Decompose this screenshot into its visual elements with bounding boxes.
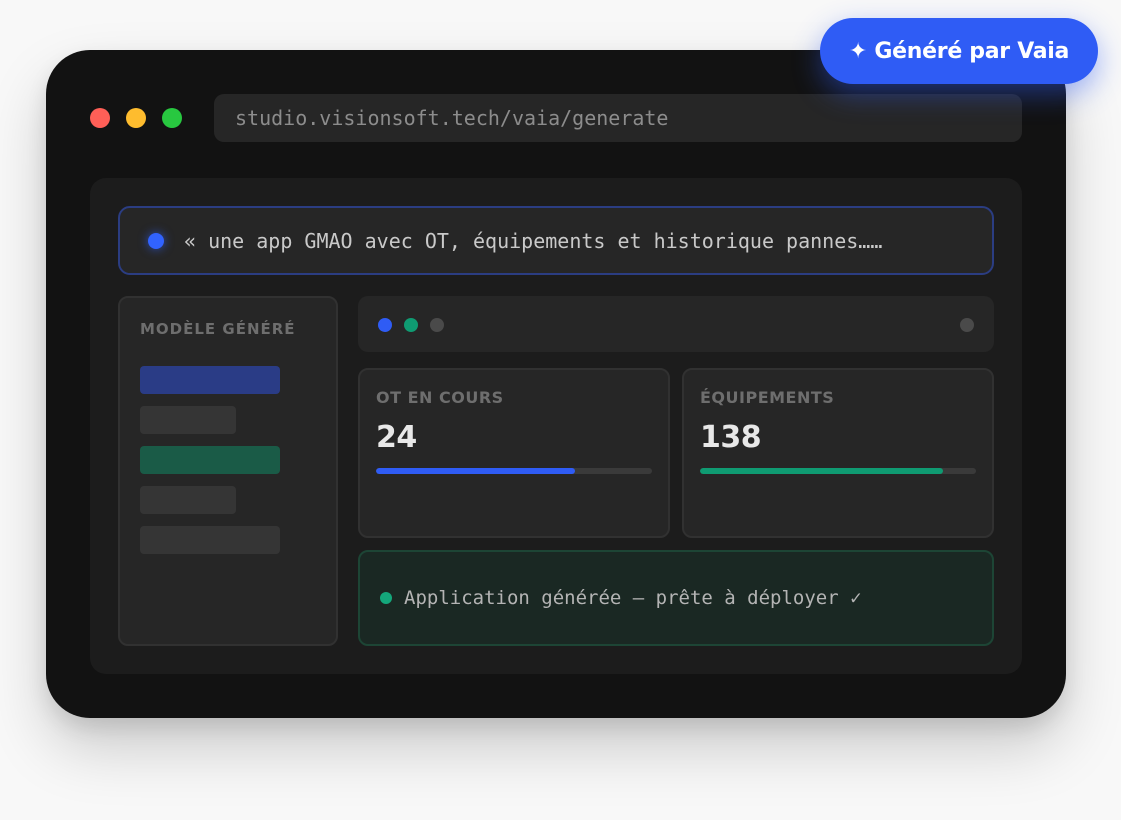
status-dot-icon xyxy=(380,592,392,604)
maximize-window-button[interactable] xyxy=(162,108,182,128)
sidebar-title: MODÈLE GÉNÉRÉ xyxy=(140,320,296,338)
progress-fill xyxy=(376,468,575,474)
stat-card-ot[interactable]: OT EN COURS 24 xyxy=(358,368,670,538)
status-text: Application générée — prête à déployer ✓ xyxy=(404,587,862,609)
generated-by-badge[interactable]: ✦ Généré par Vaia xyxy=(820,18,1098,84)
progress-track xyxy=(700,468,976,474)
sidebar-item-placeholder[interactable] xyxy=(140,526,280,554)
prompt-box[interactable]: « une app GMAO avec OT, équipements et h… xyxy=(118,206,994,275)
stat-card-value: 24 xyxy=(376,420,417,455)
app-preview-panel: « une app GMAO avec OT, équipements et h… xyxy=(90,178,1022,674)
progress-fill xyxy=(700,468,943,474)
prompt-indicator-icon xyxy=(148,232,164,249)
close-window-button[interactable] xyxy=(90,108,110,128)
minimize-window-button[interactable] xyxy=(126,108,146,128)
generated-model-sidebar: MODÈLE GÉNÉRÉ xyxy=(118,296,338,646)
progress-track xyxy=(376,468,652,474)
stat-card-label: ÉQUIPEMENTS xyxy=(700,388,835,407)
prompt-text: « une app GMAO avec OT, équipements et h… xyxy=(184,228,883,253)
address-bar[interactable]: studio.visionsoft.tech/vaia/generate xyxy=(214,94,1022,142)
sidebar-item-placeholder[interactable] xyxy=(140,406,236,434)
status-banner: Application générée — prête à déployer ✓ xyxy=(358,550,994,646)
stat-card-label: OT EN COURS xyxy=(376,388,504,407)
sidebar-item-placeholder[interactable] xyxy=(140,446,280,474)
preview-toolbar xyxy=(358,296,994,352)
sidebar-item-placeholder[interactable] xyxy=(140,486,236,514)
toolbar-dot-gray-icon xyxy=(430,318,444,332)
toolbar-dot-blue-icon xyxy=(378,318,392,332)
toolbar-dot-green-icon xyxy=(404,318,418,332)
browser-window: studio.visionsoft.tech/vaia/generate « u… xyxy=(46,50,1066,718)
toolbar-menu-dot-icon[interactable] xyxy=(960,318,974,332)
stat-card-value: 138 xyxy=(700,420,762,455)
sidebar-item-placeholder[interactable] xyxy=(140,366,280,394)
stat-card-equipements[interactable]: ÉQUIPEMENTS 138 xyxy=(682,368,994,538)
